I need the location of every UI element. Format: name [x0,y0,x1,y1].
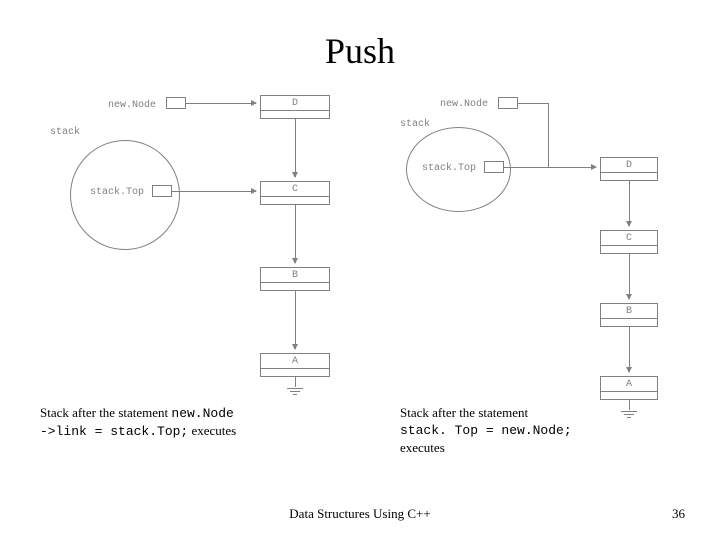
arrow-c-to-b [295,205,296,263]
line-stacktop-h [504,167,548,168]
ptr-newnode-r [498,97,518,109]
page-number: 36 [672,506,685,522]
diagram-left: new.Node stack stack.Top D C B A [50,95,360,415]
ground-left [285,377,305,395]
diagram-right: new.Node stack stack.Top D C B A [400,95,680,435]
label-newnode-r: new.Node [440,99,488,110]
label-stacktop-r: stack.Top [422,163,476,174]
node-b-r: B [600,303,658,327]
line-newnode-v [548,103,549,167]
caption-left: Stack after the statement new.Node ->lin… [40,405,340,441]
arrow-c-b-r [629,254,630,299]
node-c: C [260,181,330,205]
node-d: D [260,95,330,119]
node-d-r: D [600,157,658,181]
node-b: B [260,267,330,291]
label-stack-r: stack [400,119,430,130]
caption-right: Stack after the statement stack. Top = n… [400,405,660,457]
ptr-stacktop [152,185,172,197]
line-newnode-h [518,103,548,104]
arrow-b-to-a [295,291,296,349]
arrow-newnode-to-d [186,103,256,104]
footer-text: Data Structures Using C++ [0,506,720,522]
node-a-r: A [600,376,658,400]
ptr-newnode [166,97,186,109]
node-a: A [260,353,330,377]
arrow-b-a-r [629,327,630,372]
label-stacktop: stack.Top [90,187,144,198]
ptr-stacktop-r [484,161,504,173]
arrow-to-d-r [548,167,596,168]
arrow-d-c-r [629,181,630,226]
label-stack: stack [50,127,80,138]
node-c-r: C [600,230,658,254]
label-newnode: new.Node [108,100,156,111]
slide-title: Push [0,30,720,72]
arrow-d-to-c [295,119,296,177]
arrow-stacktop-to-c [172,191,256,192]
